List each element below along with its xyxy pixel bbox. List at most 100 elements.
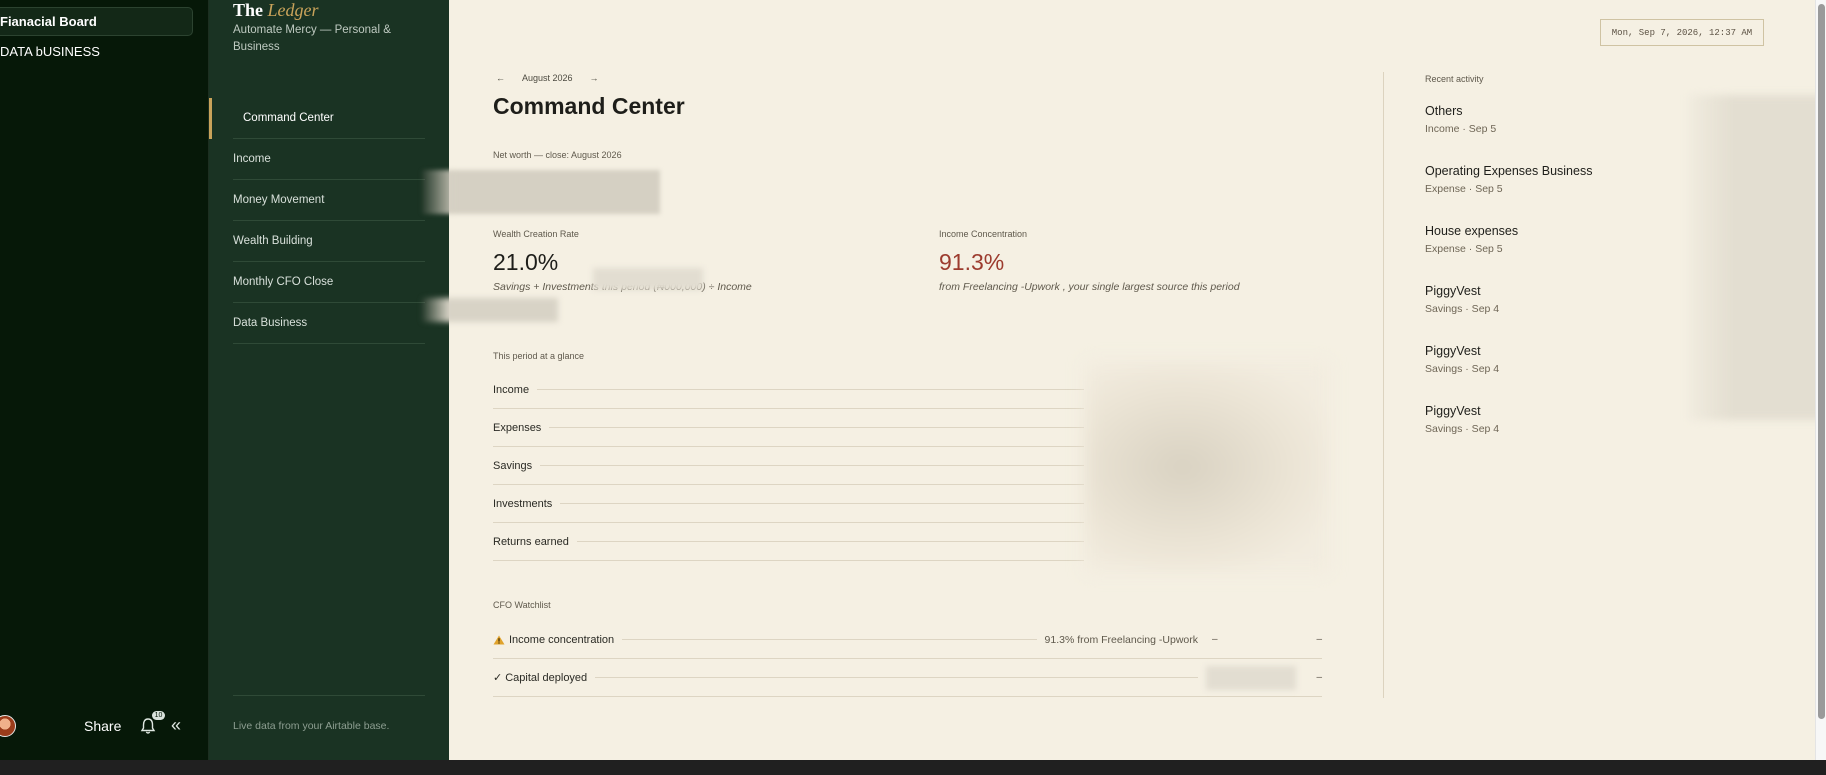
nav-data-business[interactable]: Data Business (233, 303, 425, 344)
brand-subtitle: Automate Mercy — Personal & Business (233, 24, 391, 53)
kpi-note-income-concentration: from Freelancing -Upwork , your single l… (939, 281, 1240, 293)
activity-meta: Savings · Sep 4 (1425, 363, 1500, 375)
notification-count-badge: 10 (152, 711, 165, 720)
nav-money-movement[interactable]: Money Movement (233, 180, 425, 221)
leader-line (595, 677, 1199, 678)
prev-period-button[interactable]: ← (496, 73, 505, 83)
leader-line (576, 541, 1084, 542)
glance-row-label: Expenses (493, 421, 542, 434)
networth-value-redacted (422, 170, 660, 214)
activity-meta: Expense · Sep 5 (1425, 183, 1503, 195)
kpi-value-income-concentration: 91.3% (939, 249, 1005, 275)
nav-command-center[interactable]: Command Center (209, 98, 425, 139)
leader-line (622, 639, 1037, 640)
active-nav-marker (209, 98, 212, 139)
activity-item[interactable]: PiggyVest Savings · Sep 4 (1425, 284, 1499, 315)
page-title: Command Center (493, 93, 685, 119)
redacted-amount (1206, 665, 1297, 690)
brand-name: Ledger (267, 0, 319, 20)
leader-line (560, 503, 1084, 504)
kpi-label-wealth-creation: Wealth Creation Rate (493, 229, 579, 239)
nav-monthly-cfo-close[interactable]: Monthly CFO Close (233, 262, 425, 303)
brand-title: The Ledger (233, 0, 319, 21)
glance-row-income: Income (493, 371, 1084, 409)
app-sidebar-footer: Share 10 « (0, 705, 209, 747)
avatar[interactable] (0, 715, 16, 737)
activity-title: PiggyVest (1425, 344, 1481, 358)
vertical-scrollbar[interactable] (1815, 0, 1826, 760)
glance-row-label: Income (493, 383, 530, 396)
glance-section-label: This period at a glance (493, 351, 585, 361)
nav-label: Monthly CFO Close (233, 276, 334, 288)
period-navigator: ← August 2026 → (496, 73, 599, 83)
ledger-nav: Command Center Income Money Movement Wea… (209, 98, 449, 344)
period-label: August 2026 (522, 73, 573, 83)
activity-item[interactable]: House expenses Expense · Sep 5 (1425, 224, 1518, 255)
watchlist-row-detail: 91.3% from Freelancing -Upwork (1044, 633, 1198, 646)
nav-wealth-building[interactable]: Wealth Building (233, 221, 425, 262)
sidebar-footer-divider (233, 695, 425, 696)
bell-icon[interactable] (140, 717, 156, 735)
activity-title: Operating Expenses Business (1425, 164, 1593, 178)
check-icon: ✓ (493, 672, 503, 684)
app-nav-label: Fianacial Board (0, 14, 97, 29)
glance-row-investments: Investments (493, 485, 1084, 523)
ledger-sidebar: The Ledger Automate Mercy — Personal & B… (209, 0, 449, 760)
watchlist-value-1: – (1212, 634, 1218, 645)
collapse-sidebar-icon[interactable]: « (171, 715, 181, 736)
glance-row-label: Returns earned (493, 535, 569, 548)
taskbar (0, 760, 1826, 775)
activity-section-label: Recent activity (1425, 74, 1484, 84)
activity-item[interactable]: Others Income · Sep 5 (1425, 104, 1496, 135)
redacted-block (422, 298, 558, 322)
watchlist-row-values: – (1316, 672, 1322, 683)
leader-line (549, 427, 1084, 428)
watchlist-row-income-concentration[interactable]: Income concentration 91.3% from Freelanc… (493, 621, 1322, 659)
watchlist-row-capital-deployed[interactable]: ✓ Capital deployed – (493, 659, 1322, 697)
nav-label: Income (233, 153, 271, 165)
activity-title: House expenses (1425, 224, 1519, 238)
app-nav-data-business[interactable]: DATA bUSINESS (0, 37, 193, 66)
activity-meta: Savings · Sep 4 (1425, 303, 1500, 315)
activity-item[interactable]: Operating Expenses Business Expense · Sep… (1425, 164, 1592, 195)
column-divider (1383, 72, 1384, 698)
glance-row-label: Savings (493, 459, 533, 472)
activity-title: Others (1425, 104, 1463, 118)
next-period-button[interactable]: → (590, 73, 599, 83)
kpi-value-wealth-creation: 21.0% (493, 249, 559, 275)
nav-label: Data Business (233, 317, 308, 329)
glance-values-redacted (1085, 362, 1329, 572)
networth-label: Net worth — close: August 2026 (493, 150, 622, 160)
watchlist-row-label: Income concentration (509, 633, 615, 646)
app-nav-financial-board[interactable]: Fianacial Board (0, 7, 193, 36)
glance-row-expenses: Expenses (493, 409, 1084, 447)
datestamp: Mon, Sep 7, 2026, 12:37 AM (1600, 19, 1764, 46)
nav-income[interactable]: Income (233, 139, 425, 180)
activity-meta: Expense · Sep 5 (1425, 243, 1503, 255)
activity-title: PiggyVest (1425, 284, 1481, 298)
nav-label: Wealth Building (233, 235, 313, 247)
app-sidebar: Fianacial Board DATA bUSINESS Share 10 « (0, 0, 209, 760)
activity-item[interactable]: PiggyVest Savings · Sep 4 (1425, 404, 1499, 435)
scrollbar-thumb[interactable] (1818, 4, 1825, 719)
watchlist-row-values: – – (1212, 634, 1322, 645)
leader-line (537, 389, 1084, 390)
watchlist-value-2: – (1316, 634, 1322, 645)
brand-prefix: The (233, 0, 264, 20)
leader-line (540, 465, 1084, 466)
watchlist-row-label: Capital deployed (505, 671, 588, 684)
kpi-label-income-concentration: Income Concentration (939, 229, 1028, 239)
watchlist-value-2: – (1316, 672, 1322, 683)
app-nav-label: DATA bUSINESS (0, 44, 100, 59)
sidebar-footer-text: Live data from your Airtable base. (233, 720, 390, 732)
glance-row-savings: Savings (493, 447, 1084, 485)
activity-item[interactable]: PiggyVest Savings · Sep 4 (1425, 344, 1499, 375)
warning-icon (493, 635, 505, 644)
activity-title: PiggyVest (1425, 404, 1481, 418)
nav-label: Money Movement (233, 194, 325, 206)
watchlist-section-label: CFO Watchlist (493, 600, 551, 610)
redacted-amount (593, 268, 703, 290)
activity-amounts-redacted (1689, 95, 1826, 420)
share-button[interactable]: Share (84, 718, 121, 734)
glance-row-label: Investments (493, 497, 553, 510)
